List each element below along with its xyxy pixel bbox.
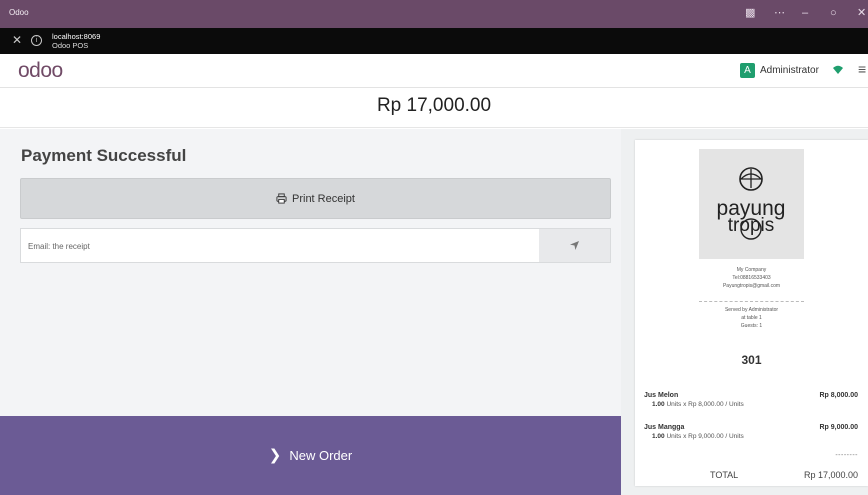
odoo-logo: odoo: [18, 59, 63, 82]
user-avatar[interactable]: A: [740, 63, 755, 78]
payment-panel: Payment Successful Print Receipt ❯ New O…: [0, 129, 621, 495]
guests-info: Guests: 1: [740, 323, 763, 329]
line-item-price: Rp 8,000.00: [819, 392, 858, 399]
email-receipt-row: [20, 228, 611, 264]
receipt: payung tropis My Company Tel:08816533403…: [635, 140, 868, 486]
line-item-name: Jus Melon: [644, 392, 679, 399]
company-name: My Company: [736, 267, 767, 273]
window-titlebar: Odoo ▩ ⋯ – ○ ✕: [0, 0, 868, 28]
new-order-label: New Order: [289, 448, 353, 463]
company-email: Payungtropis@gmail.com: [722, 283, 781, 289]
window-title: Odoo: [9, 8, 29, 17]
hamburger-menu-icon[interactable]: ≡: [858, 62, 866, 76]
paid-amount: Rp 17,000.00: [376, 95, 492, 116]
receipt-panel: payung tropis My Company Tel:08816533403…: [621, 129, 868, 495]
print-receipt-button[interactable]: Print Receipt: [20, 178, 611, 219]
company-logo: payung tropis: [699, 149, 804, 259]
total-divider: --------: [835, 452, 858, 459]
printer-icon: [276, 193, 287, 204]
maximize-icon[interactable]: ○: [830, 6, 837, 20]
line-item-price: Rp 9,000.00: [819, 424, 858, 431]
send-email-button[interactable]: [539, 229, 610, 262]
served-by: Served by Administrator: [724, 307, 779, 313]
user-name[interactable]: Administrator: [760, 65, 819, 76]
window-close-icon[interactable]: ✕: [857, 6, 866, 20]
payment-status-title: Payment Successful: [21, 146, 187, 165]
pos-navbar: odoo A Administrator ≡: [0, 54, 868, 88]
restore-icon[interactable]: ▩: [745, 6, 755, 20]
email-receipt-input[interactable]: [21, 229, 548, 264]
print-receipt-label: Print Receipt: [292, 192, 355, 205]
order-number: 301: [741, 353, 762, 367]
info-icon[interactable]: i: [31, 35, 42, 46]
new-order-button[interactable]: ❯ New Order: [0, 416, 621, 495]
close-icon[interactable]: ✕: [12, 34, 22, 47]
table-info: at table 1: [741, 315, 762, 321]
amount-header: Rp 17,000.00: [0, 88, 868, 128]
company-tel: Tel:08816533403: [732, 275, 771, 281]
logo-text-bottom: tropis: [728, 215, 774, 236]
receipt-divider: [699, 301, 804, 302]
line-item-name: Jus Mangga: [644, 424, 685, 431]
url-host: localhost:8069: [52, 32, 101, 41]
total-label: TOTAL: [710, 470, 739, 480]
url-bar: ✕ i localhost:8069 Odoo POS: [0, 28, 868, 54]
more-icon[interactable]: ⋯: [774, 6, 785, 20]
chevron-right-icon: ❯: [268, 447, 282, 464]
send-icon: [570, 241, 579, 250]
wifi-icon[interactable]: [832, 64, 844, 76]
line-item-qty: 1.00 Units x Rp 8,000.00 / Units: [652, 401, 744, 408]
minimize-icon[interactable]: –: [802, 6, 808, 20]
url-subtitle: Odoo POS: [52, 41, 89, 50]
total-value: Rp 17,000.00: [803, 470, 858, 480]
line-item-qty: 1.00 Units x Rp 9,000.00 / Units: [652, 433, 744, 440]
